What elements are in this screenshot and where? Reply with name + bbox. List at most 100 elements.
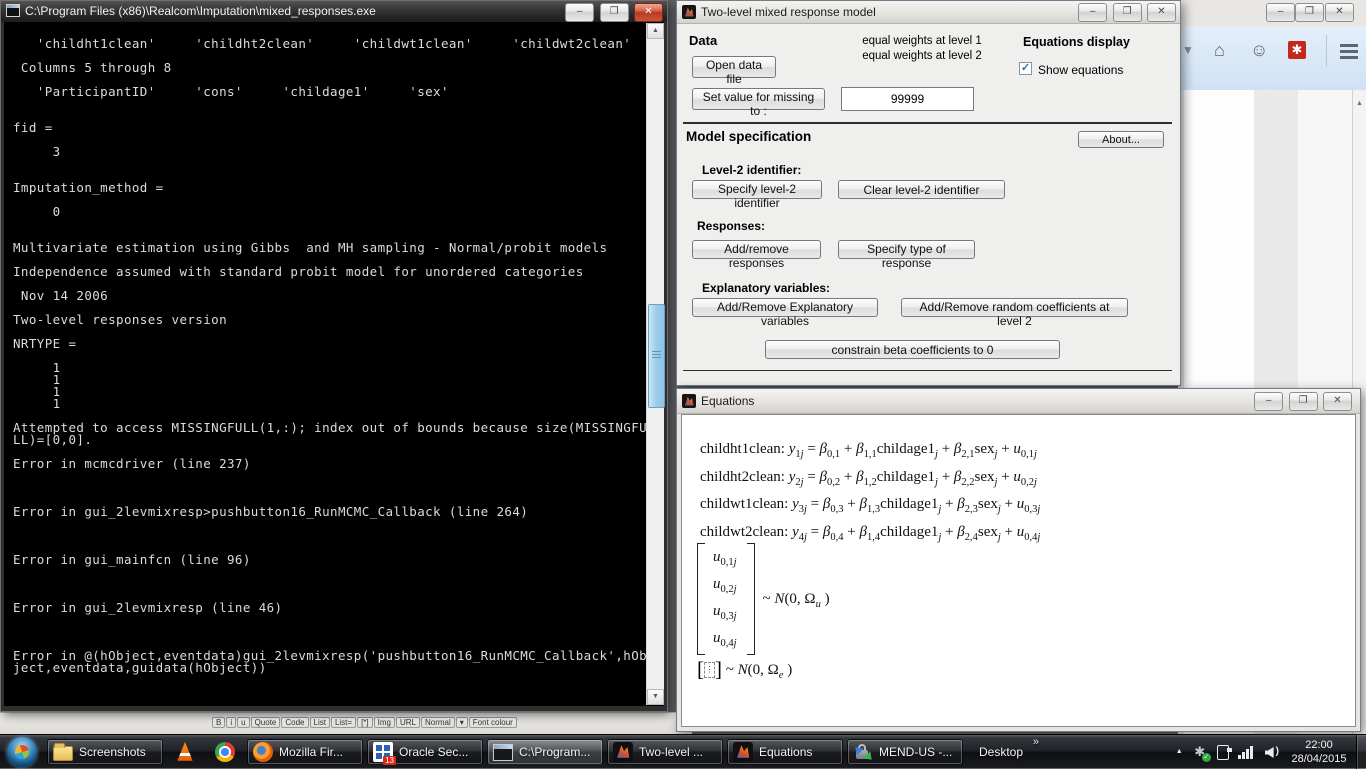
sync-down-arrow-icon [863,751,879,767]
matlab-icon [613,742,633,762]
editor-button-list[interactable]: List= [331,717,356,728]
specify-type-button[interactable]: Specify type of response [838,240,975,259]
weights-line-1: equal weights at level 1 [847,34,997,49]
desktop-chevron[interactable]: » [1033,736,1039,748]
taskbar-item-label: C:\Program... [519,745,590,759]
add-random-coefficients-button[interactable]: Add/Remove random coefficients at level … [901,298,1128,317]
specify-level2-button[interactable]: Specify level-2 identifier [692,180,822,199]
smiley-icon[interactable]: ☺ [1250,40,1268,61]
model-minimize-button[interactable]: – [1078,3,1107,22]
folder-icon [53,746,73,761]
editor-button-fontcolour[interactable]: Font colour [469,717,517,728]
editor-button-i[interactable]: i [226,717,236,728]
editor-button-list[interactable]: List [310,717,330,728]
data-section-heading: Data [689,33,717,48]
action-center-icon[interactable]: ✱ [1192,744,1208,760]
menu-icon[interactable] [1340,44,1358,47]
forum-editor-toolbar: BiuQuoteCodeListList=[*]ImgURLNormal▾Fon… [0,712,692,734]
clock[interactable]: 22:00 28/04/2015 [1288,738,1350,766]
taskbar-item-cprogram[interactable]: C:\Program... [487,739,603,765]
console-title-bar[interactable]: C:\Program Files (x86)\Realcom\Imputatio… [1,1,667,22]
equation-row: childht2clean: y2j = β0,2 + β1,2childage… [700,469,1040,497]
show-equations-checkbox[interactable]: ✓ [1019,62,1032,75]
equations-title-bar[interactable]: Equations – ❐ ✕ [677,389,1360,414]
about-button[interactable]: About... [1078,131,1164,148]
start-button[interactable] [7,737,37,767]
model-maximize-button[interactable]: ❐ [1113,3,1142,22]
taskbar-item-oraclesec[interactable]: 13Oracle Sec... [367,739,483,765]
show-equations-label: Show equations [1038,63,1123,77]
taskbar-item-equations[interactable]: Equations [727,739,843,765]
clock-time: 22:00 [1288,738,1350,752]
taskbar-item-mendus[interactable]: MEND-US -... [847,739,963,765]
u-vector: u0,1ju0,2ju0,3ju0,4j [705,543,747,655]
show-hidden-icons-icon[interactable]: ▲ [1176,748,1183,755]
taskbar-item-label: Equations [759,745,812,759]
equations-close-button[interactable]: ✕ [1323,392,1352,411]
scroll-down-arrow-icon[interactable]: ▼ [647,689,664,705]
editor-button-url[interactable]: URL [396,717,420,728]
show-desktop-button[interactable] [1356,735,1366,769]
scroll-up-arrow-icon[interactable]: ▲ [647,23,664,39]
add-responses-button[interactable]: Add/remove responses [692,240,821,259]
taskbar-items: Screenshots Mozilla Fir...13Oracle Sec...… [45,735,965,769]
console-minimize-button[interactable]: – [565,3,594,22]
safely-remove-hardware-icon[interactable] [1217,745,1229,760]
e-distribution-row: [⋮] ~ N(0, Ωe ) [697,657,792,682]
firefox-minimize-button[interactable]: – [1266,3,1295,22]
lastpass-icon[interactable]: ✱ [1288,41,1306,59]
clear-level2-button[interactable]: Clear level-2 identifier [838,180,1005,199]
taskbar-item-label: Two-level ... [639,745,703,759]
firefox-close-button[interactable]: ✕ [1325,3,1354,22]
equations-window-title: Equations [701,394,754,408]
editor-button-b[interactable]: B [212,717,225,728]
equation-row: childht1clean: y1j = β0,1 + β1,1childage… [700,441,1040,469]
firefox-toolbar: ▼ ⌂ ☺ ✱ [1178,27,1366,91]
u-vector-block: u0,1ju0,2ju0,3ju0,4j ~ N(0, Ωu ) [697,543,830,655]
console-close-button[interactable]: ✕ [634,3,663,22]
section-divider [683,122,1172,124]
desktop-label: Desktop [979,745,1023,759]
matlab-icon [733,742,753,762]
console-scrollbar[interactable]: ▲ ▼ [646,23,664,705]
volume-icon[interactable] [1265,747,1274,758]
taskbar-item-screenshots[interactable]: Screenshots [47,739,163,765]
small-bracket-right: ] [715,657,722,681]
selected-e-vector[interactable]: ⋮ [704,662,715,678]
editor-button-img[interactable]: Img [374,717,395,728]
add-explanatory-button[interactable]: Add/Remove Explanatory variables [692,298,878,317]
taskbar-item-twolevel[interactable]: Two-level ... [607,739,723,765]
taskbar-item-chrome[interactable] [207,739,243,765]
taskbar-item-mozillafir[interactable]: Mozilla Fir... [247,739,363,765]
home-icon[interactable]: ⌂ [1214,40,1225,61]
responses-label: Responses: [697,219,765,233]
console-scrollbar-thumb[interactable] [648,304,665,408]
model-title-bar[interactable]: Two-level mixed response model – ❐ ✕ [677,1,1180,24]
oracle-icon: 13 [373,742,393,762]
editor-button-u[interactable]: u [237,717,249,728]
lock-icon [853,743,873,763]
network-icon[interactable] [1238,745,1256,759]
u-distribution: ~ N(0, Ωu ) [763,591,830,608]
equations-minimize-button[interactable]: – [1254,392,1283,411]
editor-button-[interactable]: [*] [357,717,373,728]
equations-restore-button[interactable]: ❐ [1289,392,1318,411]
open-data-file-button[interactable]: Open data file [692,56,776,78]
missing-value-field[interactable] [841,87,974,111]
model-close-button[interactable]: ✕ [1147,3,1176,22]
editor-button-normal[interactable]: Normal [421,717,455,728]
matrix-bracket-left [697,543,705,655]
taskbar-item-vlc[interactable] [167,739,203,765]
taskbar-item-desktop[interactable]: Desktop » [979,745,1023,759]
editor-button-code[interactable]: Code [281,717,308,728]
editor-button-quote[interactable]: Quote [251,717,281,728]
editor-button-[interactable]: ▾ [456,717,468,728]
console-window: C:\Program Files (x86)\Realcom\Imputatio… [0,0,668,712]
console-restore-button[interactable]: ❐ [600,3,629,22]
equation-row: childwt1clean: y3j = β0,3 + β1,3childage… [700,496,1040,524]
section-divider-bottom [683,370,1172,371]
set-missing-button[interactable]: Set value for missing to : [692,88,825,110]
downloads-icon[interactable]: ▼ [1182,43,1194,57]
constrain-beta-button[interactable]: constrain beta coefficients to 0 [765,340,1060,359]
firefox-restore-button[interactable]: ❐ [1295,3,1324,22]
